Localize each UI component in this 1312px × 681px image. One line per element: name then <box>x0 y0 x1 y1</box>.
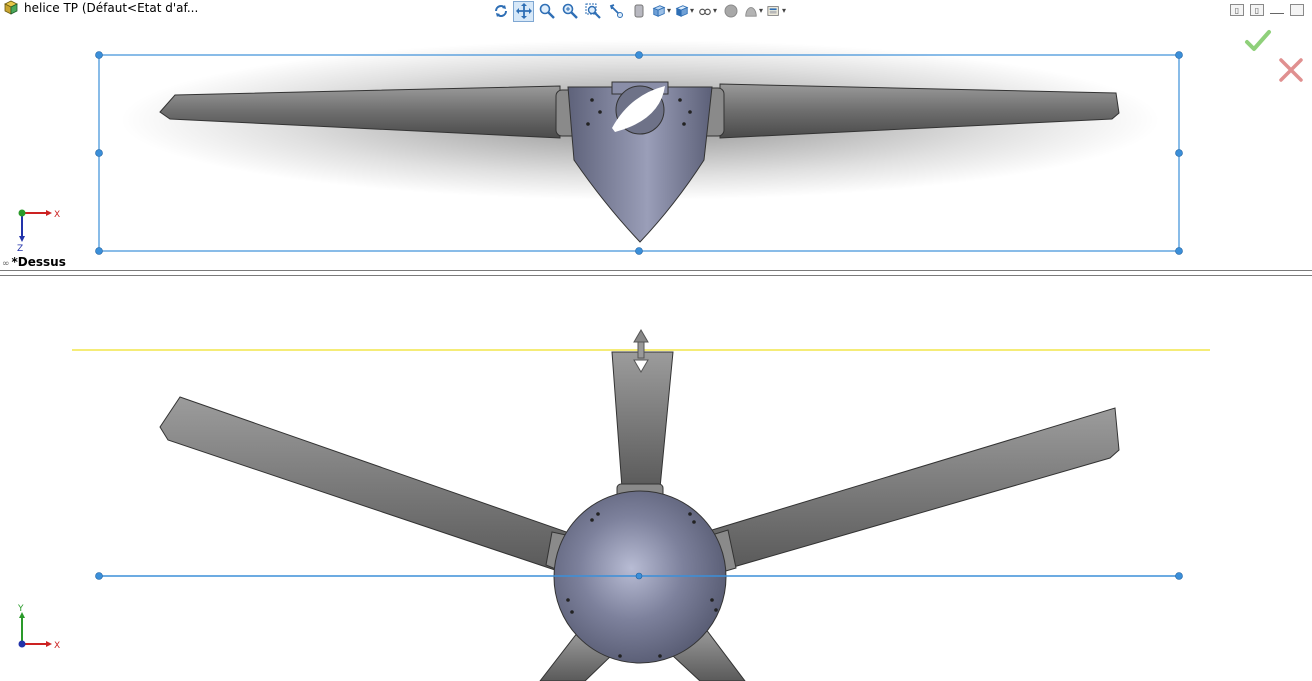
apply-scene-button[interactable] <box>743 1 764 22</box>
hide-show-items-button[interactable] <box>697 1 718 22</box>
appearance-icon <box>724 4 737 18</box>
document-title-bar: helice TP (Défaut<Etat d'af... <box>0 0 400 18</box>
display-style-button[interactable] <box>674 1 695 22</box>
zoom-in-out-button[interactable] <box>536 1 557 22</box>
axis-label-y-front: Y <box>17 604 24 614</box>
display-style-icon <box>675 5 689 17</box>
view-settings-icon <box>767 6 779 16</box>
viewport-front[interactable]: X Y <box>0 276 1312 681</box>
tile-horizontal-button[interactable]: ▯ <box>1250 4 1264 16</box>
view-name: *Dessus <box>11 255 66 269</box>
axis-label-z-top: Z <box>17 244 23 254</box>
zoom-to-fit-button[interactable] <box>559 1 580 22</box>
minimize-button[interactable] <box>1270 4 1284 14</box>
reference-triad-top: X Z <box>17 209 60 254</box>
view-orientation-button[interactable] <box>651 1 672 22</box>
hide-show-icon <box>699 8 711 16</box>
zoom-to-area-button[interactable] <box>582 1 603 22</box>
reference-triad-front: X Y <box>17 604 60 651</box>
window-controls: ▯ ▯ <box>1230 4 1304 16</box>
view-orientation-icon <box>652 5 666 17</box>
zoom-in-out-icon <box>539 3 555 19</box>
section-view-icon <box>634 4 643 18</box>
previous-view-icon <box>609 4 623 18</box>
pan-button[interactable] <box>513 0 534 22</box>
pan-icon <box>515 3 532 19</box>
zoom-fit-icon <box>562 3 578 19</box>
blade-upper-right[interactable] <box>711 407 1120 569</box>
rotate-icon <box>494 5 507 17</box>
tile-horizontal-icon: ▯ <box>1254 5 1260 15</box>
tile-vertical-icon: ▯ <box>1234 5 1240 15</box>
section-view-button[interactable] <box>628 1 649 22</box>
view-settings-button[interactable] <box>766 1 787 22</box>
heads-up-view-toolbar <box>490 0 840 22</box>
axis-label-x-front: X <box>54 641 60 651</box>
restore-button[interactable] <box>1290 4 1304 16</box>
scene-icon <box>745 7 757 17</box>
rotate-view-button[interactable] <box>490 1 511 22</box>
view-orientation-label: ∞ *Dessus <box>2 255 66 269</box>
zoom-area-icon <box>585 3 601 19</box>
previous-view-button[interactable] <box>605 1 626 22</box>
blade-top[interactable] <box>611 351 674 489</box>
axis-label-x-top: X <box>54 210 60 220</box>
viewport-top-dessus[interactable]: X Z <box>0 22 1312 270</box>
link-views-icon[interactable]: ∞ <box>2 259 10 269</box>
document-title: helice TP (Défaut<Etat d'af... <box>24 1 199 15</box>
edit-appearance-button[interactable] <box>720 1 741 22</box>
part-document-icon <box>4 0 18 15</box>
blade-upper-left[interactable] <box>159 396 576 571</box>
tile-vertical-button[interactable]: ▯ <box>1230 4 1244 16</box>
